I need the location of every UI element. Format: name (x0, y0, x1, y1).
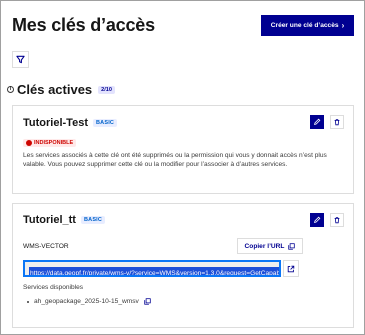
key-description: Les services associés à cette clé ont ét… (23, 152, 327, 169)
section-title: Clés actives (17, 82, 93, 97)
open-url-button[interactable] (283, 260, 299, 277)
key-title: Tutoriel-Test BASIC (23, 117, 118, 129)
service-name: ah_geopackage_2025-10-15_wmsv (34, 298, 139, 305)
page-title: Mes clés d’accès (12, 15, 155, 35)
delete-key-button[interactable] (330, 213, 344, 227)
chevron-right-icon: › (341, 20, 345, 30)
keys-count-badge: 2/10 (98, 85, 115, 94)
copy-icon (288, 242, 296, 250)
create-key-button[interactable]: Créer une clé d’accès › (261, 15, 354, 36)
active-keys-header: i Clés actives 2/10 (7, 82, 115, 97)
trash-icon (334, 217, 340, 224)
edit-key-button[interactable] (310, 213, 324, 227)
url-value: https://data.geopf.fr/private/wms-v/?ser… (29, 267, 279, 275)
service-type-label: WMS-VECTOR (23, 243, 69, 250)
status-label: INDISPONIBLE (34, 140, 74, 146)
url-field[interactable]: https://data.geopf.fr/private/wms-v/?ser… (23, 260, 281, 277)
list-item: ah_geopackage_2025-10-15_wmsv (27, 298, 151, 305)
pencil-icon (314, 118, 321, 125)
copy-url-button[interactable]: Copier l’URL (237, 238, 303, 254)
pencil-icon (314, 216, 321, 223)
error-icon (26, 140, 32, 146)
key-card: Tutoriel-Test BASIC INDISPONIBLE Les ser… (12, 105, 354, 194)
type-badge: BASIC (92, 119, 118, 127)
copy-url-label: Copier l’URL (244, 242, 285, 250)
type-badge: BASIC (80, 216, 106, 224)
create-key-label: Créer une clé d’accès (270, 22, 339, 29)
filter-button[interactable] (12, 51, 29, 68)
info-icon[interactable]: i (7, 86, 14, 93)
filter-icon (16, 55, 25, 64)
bullet-icon (27, 300, 29, 303)
external-link-icon (287, 265, 295, 272)
status-badge: INDISPONIBLE (23, 139, 77, 147)
available-services-label: Services disponibles (23, 284, 84, 291)
copy-icon[interactable] (144, 298, 151, 305)
trash-icon (334, 119, 340, 126)
edit-key-button[interactable] (310, 115, 324, 129)
key-title: Tutoriel_tt BASIC (23, 214, 106, 226)
key-card: Tutoriel_tt BASIC WMS-VECTOR Copier l’UR… (12, 203, 354, 328)
delete-key-button[interactable] (330, 115, 344, 129)
key-name: Tutoriel-Test (23, 117, 88, 129)
key-name: Tutoriel_tt (23, 214, 76, 226)
